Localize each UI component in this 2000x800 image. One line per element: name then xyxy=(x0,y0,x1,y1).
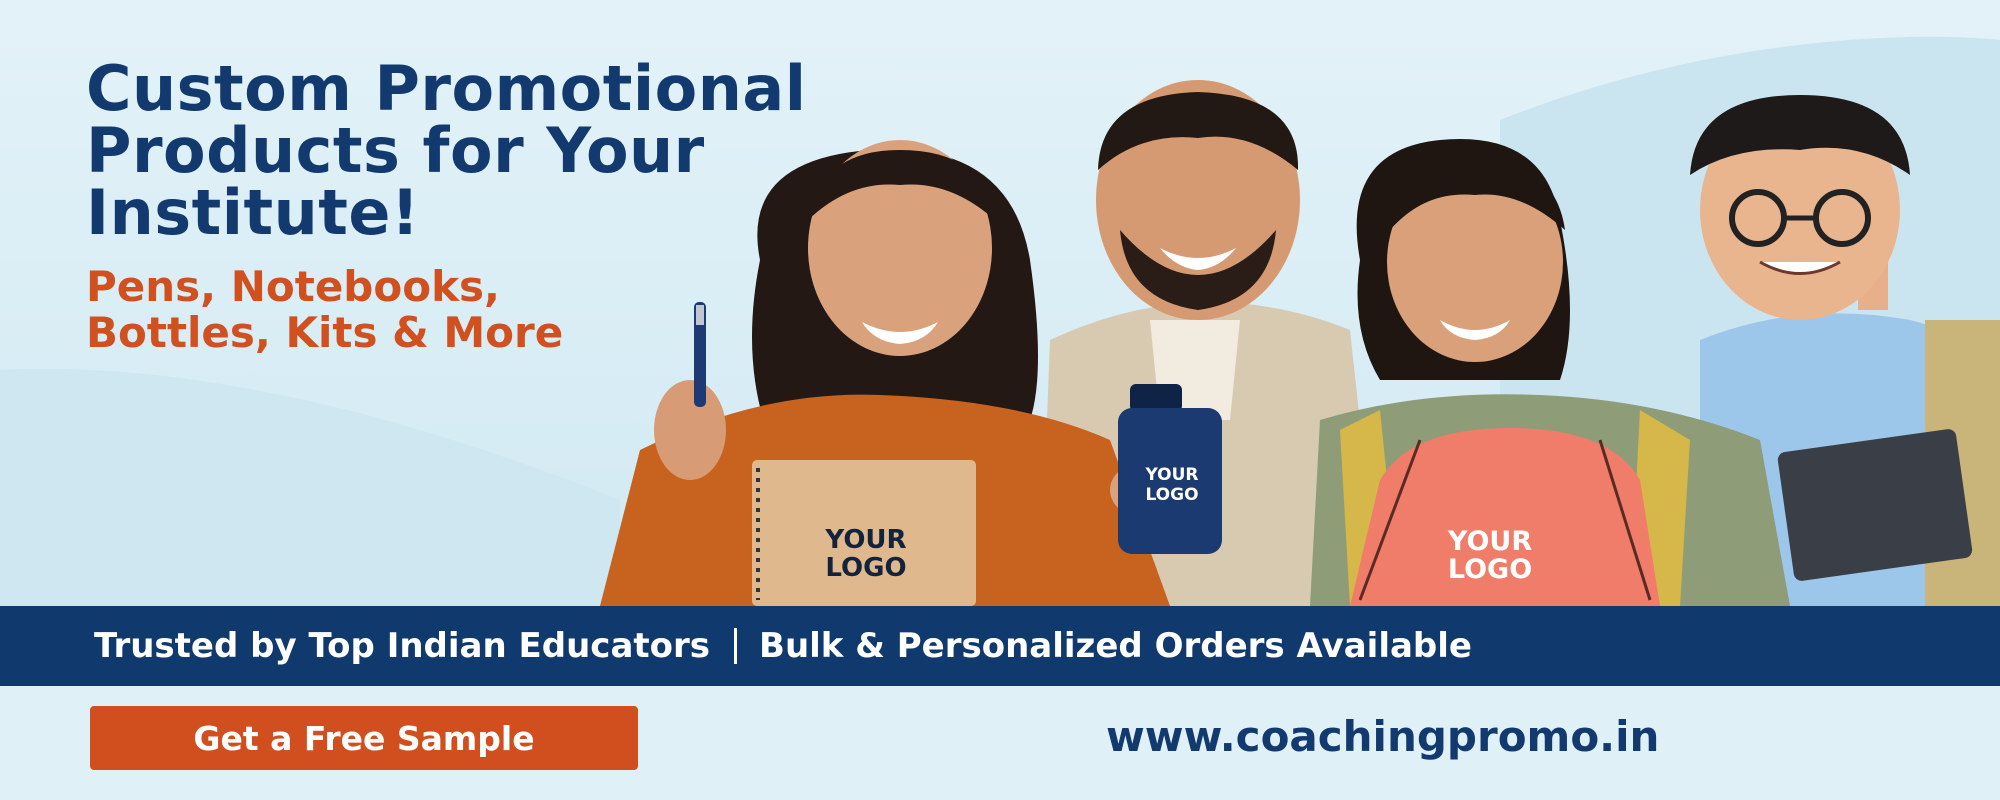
bottle-logo-line1: YOUR xyxy=(1144,465,1198,485)
promo-banner: YOUR LOGO YOUR LOGO YOUR LOGO Custom Pro… xyxy=(0,0,2000,800)
trust-strip-left-text: Trusted by Top Indian Educators xyxy=(94,626,711,666)
trust-strip: Trusted by Top Indian Educators Bulk & P… xyxy=(0,606,2000,686)
background-wave-left xyxy=(0,368,620,606)
bag-logo-line1: YOUR xyxy=(1447,526,1532,557)
notebook-logo-line2: LOGO xyxy=(825,553,906,583)
strip-divider xyxy=(734,628,738,664)
notebook-logo-line1: YOUR xyxy=(824,525,906,555)
banner-subheadline: Pens, Notebooks, Bottles, Kits & More xyxy=(86,262,564,357)
notebook-icon: YOUR LOGO xyxy=(752,460,976,606)
bag-logo-line2: LOGO xyxy=(1448,554,1532,585)
trust-strip-right-text: Bulk & Personalized Orders Available xyxy=(759,626,1472,666)
banner-headline: Custom Promotional Products for Your Ins… xyxy=(86,52,807,249)
water-bottle-icon: YOUR LOGO xyxy=(1110,384,1222,554)
website-link[interactable]: www.coachingpromo.in xyxy=(1106,712,1659,761)
get-free-sample-button[interactable]: Get a Free Sample xyxy=(90,706,638,770)
bottle-logo-line2: LOGO xyxy=(1145,485,1198,505)
